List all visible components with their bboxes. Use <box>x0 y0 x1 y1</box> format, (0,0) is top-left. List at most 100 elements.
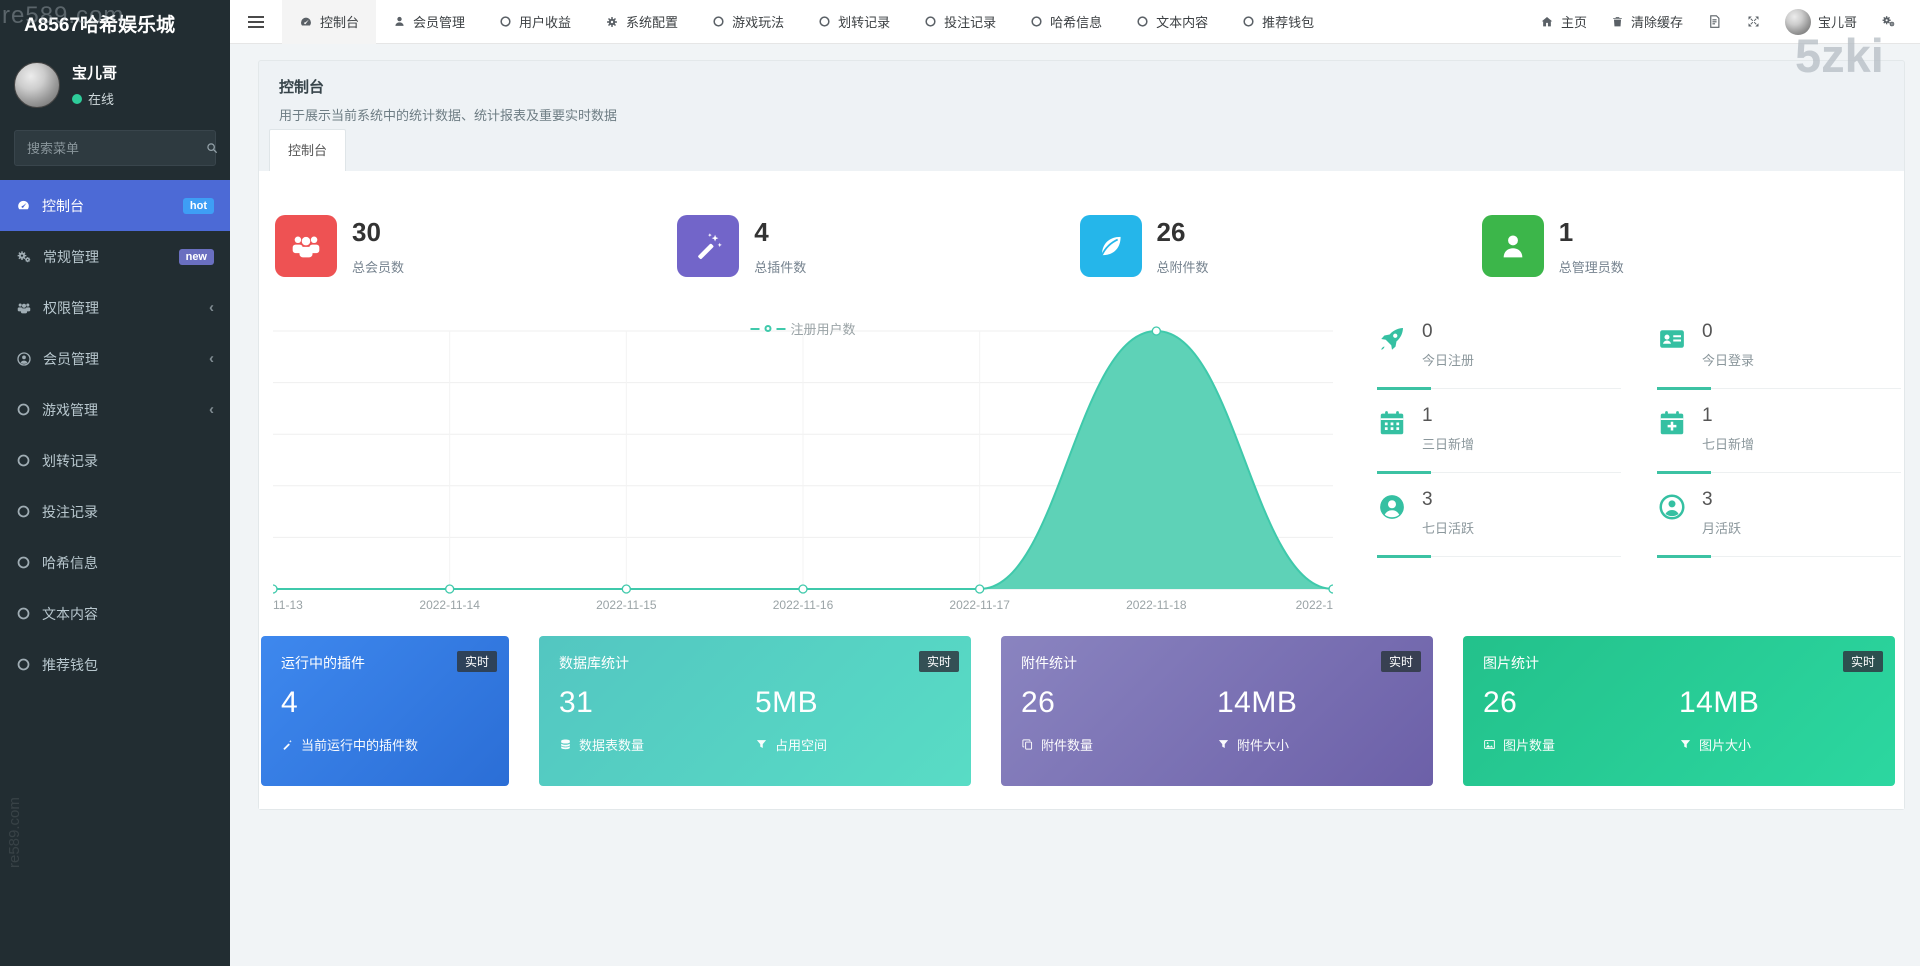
copy-icon <box>1021 738 1034 751</box>
chart-legend[interactable]: 注册用户数 <box>750 319 855 338</box>
id-card-icon <box>1657 324 1687 388</box>
home-label: 主页 <box>1561 12 1587 31</box>
nav-item-bets[interactable]: 投注记录 <box>907 0 1013 44</box>
mini-stat-label: 今日注册 <box>1422 350 1474 369</box>
nav-item-label: 系统配置 <box>626 12 678 31</box>
mini-stat-7day-active: 3 七日活跃 <box>1377 473 1621 557</box>
gears-icon <box>1881 14 1896 29</box>
profile-menu[interactable]: 宝儿哥 <box>1773 0 1869 44</box>
admin-user-icon <box>1482 215 1544 277</box>
nav-item-text-content[interactable]: 文本内容 <box>1119 0 1225 44</box>
registrations-chart: 11-132022-11-142022-11-152022-11-162022-… <box>273 317 1333 617</box>
magic-wand-icon <box>281 738 294 751</box>
circle-icon <box>1030 15 1043 28</box>
mini-stat-value: 0 <box>1422 321 1474 343</box>
mini-stat-month-active: 3 月活跃 <box>1657 473 1901 557</box>
sidebar-item-label: 常规管理 <box>43 247 99 267</box>
mini-stat-label: 七日新增 <box>1702 434 1754 453</box>
nav-item-dashboard[interactable]: 控制台 <box>282 0 376 44</box>
legend-label: 注册用户数 <box>790 319 855 338</box>
mini-stat-3day-new: 1 三日新增 <box>1377 389 1621 473</box>
stat-value: 4 <box>754 217 806 248</box>
hot-badge: hot <box>183 198 214 214</box>
stat-label: 总附件数 <box>1157 257 1209 276</box>
mini-stat-label: 七日活跃 <box>1422 518 1474 537</box>
user-icon <box>393 15 406 28</box>
mini-stat-label: 月活跃 <box>1702 518 1741 537</box>
cog-icon <box>605 15 619 29</box>
sidebar-item-text-content[interactable]: 文本内容 <box>0 588 230 639</box>
sidebar-item-games[interactable]: 游戏管理 ‹ <box>0 384 230 435</box>
user-status: 在线 <box>72 89 117 108</box>
dashboard-icon <box>299 15 313 29</box>
circle-icon <box>16 606 31 621</box>
nav-item-referral-wallet[interactable]: 推荐钱包 <box>1225 0 1331 44</box>
registrations-chart-container: 注册用户数 11-132022-11-142022-11-152022-11-1… <box>273 317 1333 617</box>
summary-cards-row: 运行中的插件 实时 4 当前运行中的插件数 数据库统计 <box>261 636 1895 786</box>
search-icon[interactable] <box>205 141 219 155</box>
language-button[interactable] <box>1695 0 1734 44</box>
dashboard-icon <box>16 198 31 213</box>
page-subtitle: 用于展示当前系统中的统计数据、统计报表及重要实时数据 <box>279 105 1884 124</box>
sidebar-menu: 控制台 hot 常规管理 new 权限管理 ‹ 会员管理 ‹ 游戏管理 <box>0 180 230 690</box>
realtime-badge: 实时 <box>1381 651 1421 672</box>
sidebar-item-general[interactable]: 常规管理 new <box>0 231 230 282</box>
sidebar-item-label: 哈希信息 <box>42 553 98 573</box>
tab-dashboard[interactable]: 控制台 <box>269 129 346 171</box>
card-database-stats: 数据库统计 实时 31 数据表数量 5MB <box>539 636 971 786</box>
sidebar-item-members[interactable]: 会员管理 ‹ <box>0 333 230 384</box>
nav-item-transfers[interactable]: 划转记录 <box>801 0 907 44</box>
avatar[interactable] <box>14 62 60 108</box>
mini-stats-grid: 0 今日注册 0 今日登录 1 三日新增 <box>1377 305 1901 557</box>
stat-total-attachments: 26 总附件数 <box>1080 215 1482 277</box>
nav-item-system-config[interactable]: 系统配置 <box>588 0 695 44</box>
sidebar-item-bets[interactable]: 投注记录 <box>0 486 230 537</box>
nav-item-label: 会员管理 <box>413 12 465 31</box>
sidebar-item-dashboard[interactable]: 控制台 hot <box>0 180 230 231</box>
stat-label: 总会员数 <box>352 257 404 276</box>
users-group-icon <box>16 300 32 316</box>
chevron-left-icon: ‹ <box>209 401 214 418</box>
clear-cache-button[interactable]: 清除缓存 <box>1599 0 1695 44</box>
database-icon <box>559 738 572 751</box>
panel-header: 控制台 用于展示当前系统中的统计数据、统计报表及重要实时数据 <box>259 61 1904 129</box>
funnel-icon <box>755 738 768 751</box>
mini-stat-value: 1 <box>1422 405 1474 427</box>
stat-total-members: 30 总会员数 <box>275 215 677 277</box>
card-value: 26 <box>1021 686 1217 720</box>
card-footer-label: 图片大小 <box>1699 735 1751 754</box>
nav-item-hash-info[interactable]: 哈希信息 <box>1013 0 1119 44</box>
sidebar-item-label: 投注记录 <box>42 502 98 522</box>
card-footer-label: 当前运行中的插件数 <box>301 735 418 754</box>
nav-item-game-play[interactable]: 游戏玩法 <box>695 0 801 44</box>
card-title: 附件统计 <box>1021 653 1413 673</box>
realtime-badge: 实时 <box>1843 651 1883 672</box>
stat-total-plugins: 4 总插件数 <box>677 215 1079 277</box>
nav-item-members[interactable]: 会员管理 <box>376 0 482 44</box>
user-status-label: 在线 <box>88 89 114 108</box>
leaf-icon <box>1080 215 1142 277</box>
calendar-plus-icon <box>1657 408 1687 472</box>
sidebar-item-transfers[interactable]: 划转记录 <box>0 435 230 486</box>
hamburger-icon[interactable] <box>230 16 282 28</box>
user-panel: 宝儿哥 在线 <box>0 52 230 122</box>
circle-icon <box>1136 15 1149 28</box>
sidebar-item-label: 推荐钱包 <box>42 655 98 675</box>
sidebar-item-permissions[interactable]: 权限管理 ‹ <box>0 282 230 333</box>
funnel-icon <box>1679 738 1692 751</box>
nav-item-label: 文本内容 <box>1156 12 1208 31</box>
settings-button[interactable] <box>1869 0 1908 44</box>
brand-title: A8567哈希娱乐城 <box>0 0 230 52</box>
nav-item-user-earnings[interactable]: 用户收益 <box>482 0 588 44</box>
language-icon <box>1707 14 1722 29</box>
mini-stat-label: 今日登录 <box>1702 350 1754 369</box>
sidebar-item-label: 会员管理 <box>43 349 99 369</box>
users-group-icon <box>275 215 337 277</box>
search-input[interactable] <box>25 140 205 157</box>
mini-stat-value: 0 <box>1702 321 1754 343</box>
fullscreen-button[interactable] <box>1734 0 1773 44</box>
home-button[interactable]: 主页 <box>1528 0 1599 44</box>
sidebar-item-hash-info[interactable]: 哈希信息 <box>0 537 230 588</box>
sidebar-item-referral-wallet[interactable]: 推荐钱包 <box>0 639 230 690</box>
stat-label: 总插件数 <box>754 257 806 276</box>
